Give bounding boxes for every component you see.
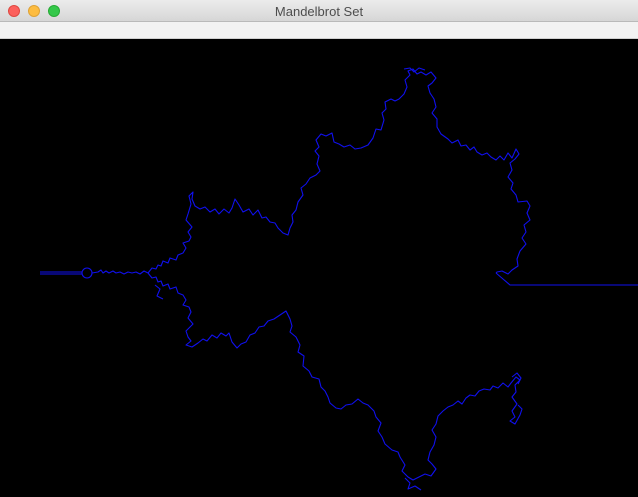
toolbar-strip bbox=[0, 22, 638, 39]
mandelbrot-lower-edge bbox=[147, 272, 523, 481]
fractal-canvas[interactable] bbox=[0, 39, 638, 497]
mandelbrot-outline bbox=[40, 67, 638, 491]
mandelbrot-filament-right bbox=[511, 372, 522, 385]
mandelbrot-antenna bbox=[40, 271, 82, 275]
window-title: Mandelbrot Set bbox=[274, 4, 364, 19]
mandelbrot-antenna-inner bbox=[91, 269, 149, 275]
app-window: Mandelbrot Set bbox=[0, 0, 638, 497]
mandelbrot-right-tail bbox=[495, 272, 638, 286]
mandelbrot-bulb bbox=[81, 267, 93, 279]
mandelbrot-upper-edge bbox=[147, 68, 531, 275]
title-bar[interactable]: Mandelbrot Set bbox=[0, 0, 638, 22]
mandelbrot-filament-left bbox=[154, 284, 164, 300]
